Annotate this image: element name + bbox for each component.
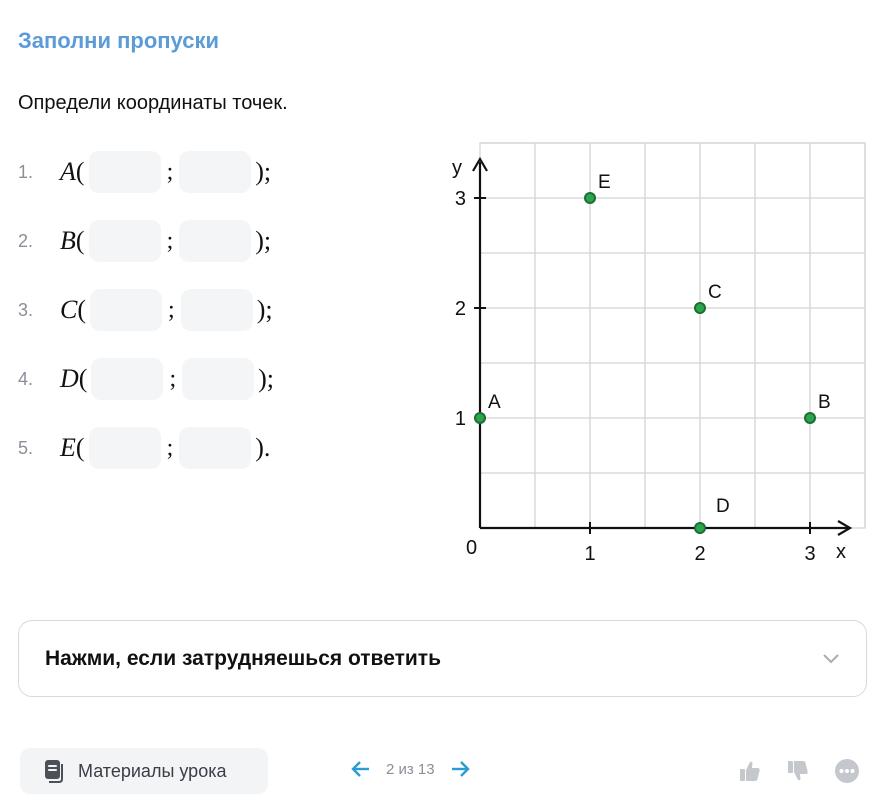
point-a-label: A xyxy=(488,392,501,413)
separator: ; xyxy=(166,227,174,254)
close-paren: ). xyxy=(255,433,271,462)
y-tick-label: 1 xyxy=(455,408,466,430)
answer-row-e: 5. E( ; ). xyxy=(18,426,270,470)
row-number: 2. xyxy=(18,230,34,251)
point-b xyxy=(804,412,816,424)
thumbs-down-icon[interactable] xyxy=(786,759,810,783)
answer-row-c: 3. C( ; ); xyxy=(18,288,273,332)
point-e-y-input[interactable] xyxy=(179,427,252,469)
x-axis-label: x xyxy=(836,541,846,563)
point-letter: B xyxy=(60,226,76,255)
row-number: 4. xyxy=(18,368,34,389)
answer-row-d: 4. D( ; ); xyxy=(18,357,274,401)
close-paren: ); xyxy=(255,226,272,255)
row-number: 3. xyxy=(18,299,34,320)
point-letter: A xyxy=(60,157,76,186)
book-icon xyxy=(45,760,63,783)
point-b-x-input[interactable] xyxy=(88,220,161,262)
origin-label: 0 xyxy=(466,537,477,559)
pager-label: 2 из 13 xyxy=(386,760,435,778)
point-e-label: E xyxy=(598,172,611,193)
point-letter: C xyxy=(60,295,78,324)
separator: ; xyxy=(166,434,174,461)
close-paren: ); xyxy=(256,295,273,324)
point-e xyxy=(584,192,596,204)
answer-row-b: 2. B( ; ); xyxy=(18,219,271,263)
hint-expander[interactable]: Нажми, если затрудняешься ответить xyxy=(18,620,867,697)
close-paren: ); xyxy=(255,157,272,186)
more-icon[interactable] xyxy=(834,758,860,784)
point-c-label: C xyxy=(708,282,722,303)
thumbs-up-icon[interactable] xyxy=(738,759,762,783)
point-a-y-input[interactable] xyxy=(179,151,252,193)
arrow-left-icon[interactable] xyxy=(350,758,372,780)
row-number: 1. xyxy=(18,161,34,182)
chevron-down-icon xyxy=(823,654,839,664)
point-d-label: D xyxy=(716,496,730,517)
point-d-x-input[interactable] xyxy=(91,358,164,400)
separator: ; xyxy=(169,365,177,392)
answer-row-a: 1. A( ; ); xyxy=(18,150,271,194)
arrow-right-icon[interactable] xyxy=(449,758,471,780)
point-e-x-input[interactable] xyxy=(88,427,161,469)
open-paren: ( xyxy=(77,295,87,324)
y-tick-label: 2 xyxy=(455,298,466,320)
materials-label: Материалы урока xyxy=(78,760,227,781)
tick-labels: 1 2 3 1 2 3 xyxy=(455,188,816,565)
point-c xyxy=(694,302,706,314)
open-paren: ( xyxy=(78,364,88,393)
x-tick-label: 1 xyxy=(584,543,595,565)
point-d xyxy=(694,522,706,534)
point-letter: D xyxy=(60,364,79,393)
y-axis-label: y xyxy=(452,157,462,179)
open-paren: ( xyxy=(75,433,85,462)
grid-frame xyxy=(479,142,866,529)
x-tick-label: 3 xyxy=(804,543,815,565)
open-paren: ( xyxy=(75,157,85,186)
y-tick-label: 3 xyxy=(455,188,466,210)
point-d-y-input[interactable] xyxy=(182,358,255,400)
point-a-x-input[interactable] xyxy=(88,151,161,193)
coordinate-plane: x y 0 1 2 3 1 2 3 A B C D E xyxy=(452,142,866,565)
feedback-tools xyxy=(738,758,860,784)
axis-ticks xyxy=(474,197,811,534)
separator: ; xyxy=(168,296,175,323)
point-letter: E xyxy=(60,433,76,462)
point-b-label: B xyxy=(818,392,831,413)
point-b-y-input[interactable] xyxy=(179,220,252,262)
question-text: Определи координаты точек. xyxy=(18,92,288,114)
points: A B C D E xyxy=(474,172,831,534)
point-c-y-input[interactable] xyxy=(180,289,253,331)
grid xyxy=(479,142,866,529)
materials-button[interactable]: Материалы урока xyxy=(20,748,268,794)
open-paren: ( xyxy=(75,226,85,255)
separator: ; xyxy=(166,158,174,185)
x-tick-label: 2 xyxy=(694,543,705,565)
hint-label: Нажми, если затрудняешься ответить xyxy=(45,646,441,670)
point-c-x-input[interactable] xyxy=(90,289,163,331)
pager: 2 из 13 xyxy=(350,758,471,780)
point-a xyxy=(474,412,486,424)
row-number: 5. xyxy=(18,437,34,458)
task-type-title: Заполни пропуски xyxy=(18,28,220,53)
close-paren: ); xyxy=(258,364,275,393)
